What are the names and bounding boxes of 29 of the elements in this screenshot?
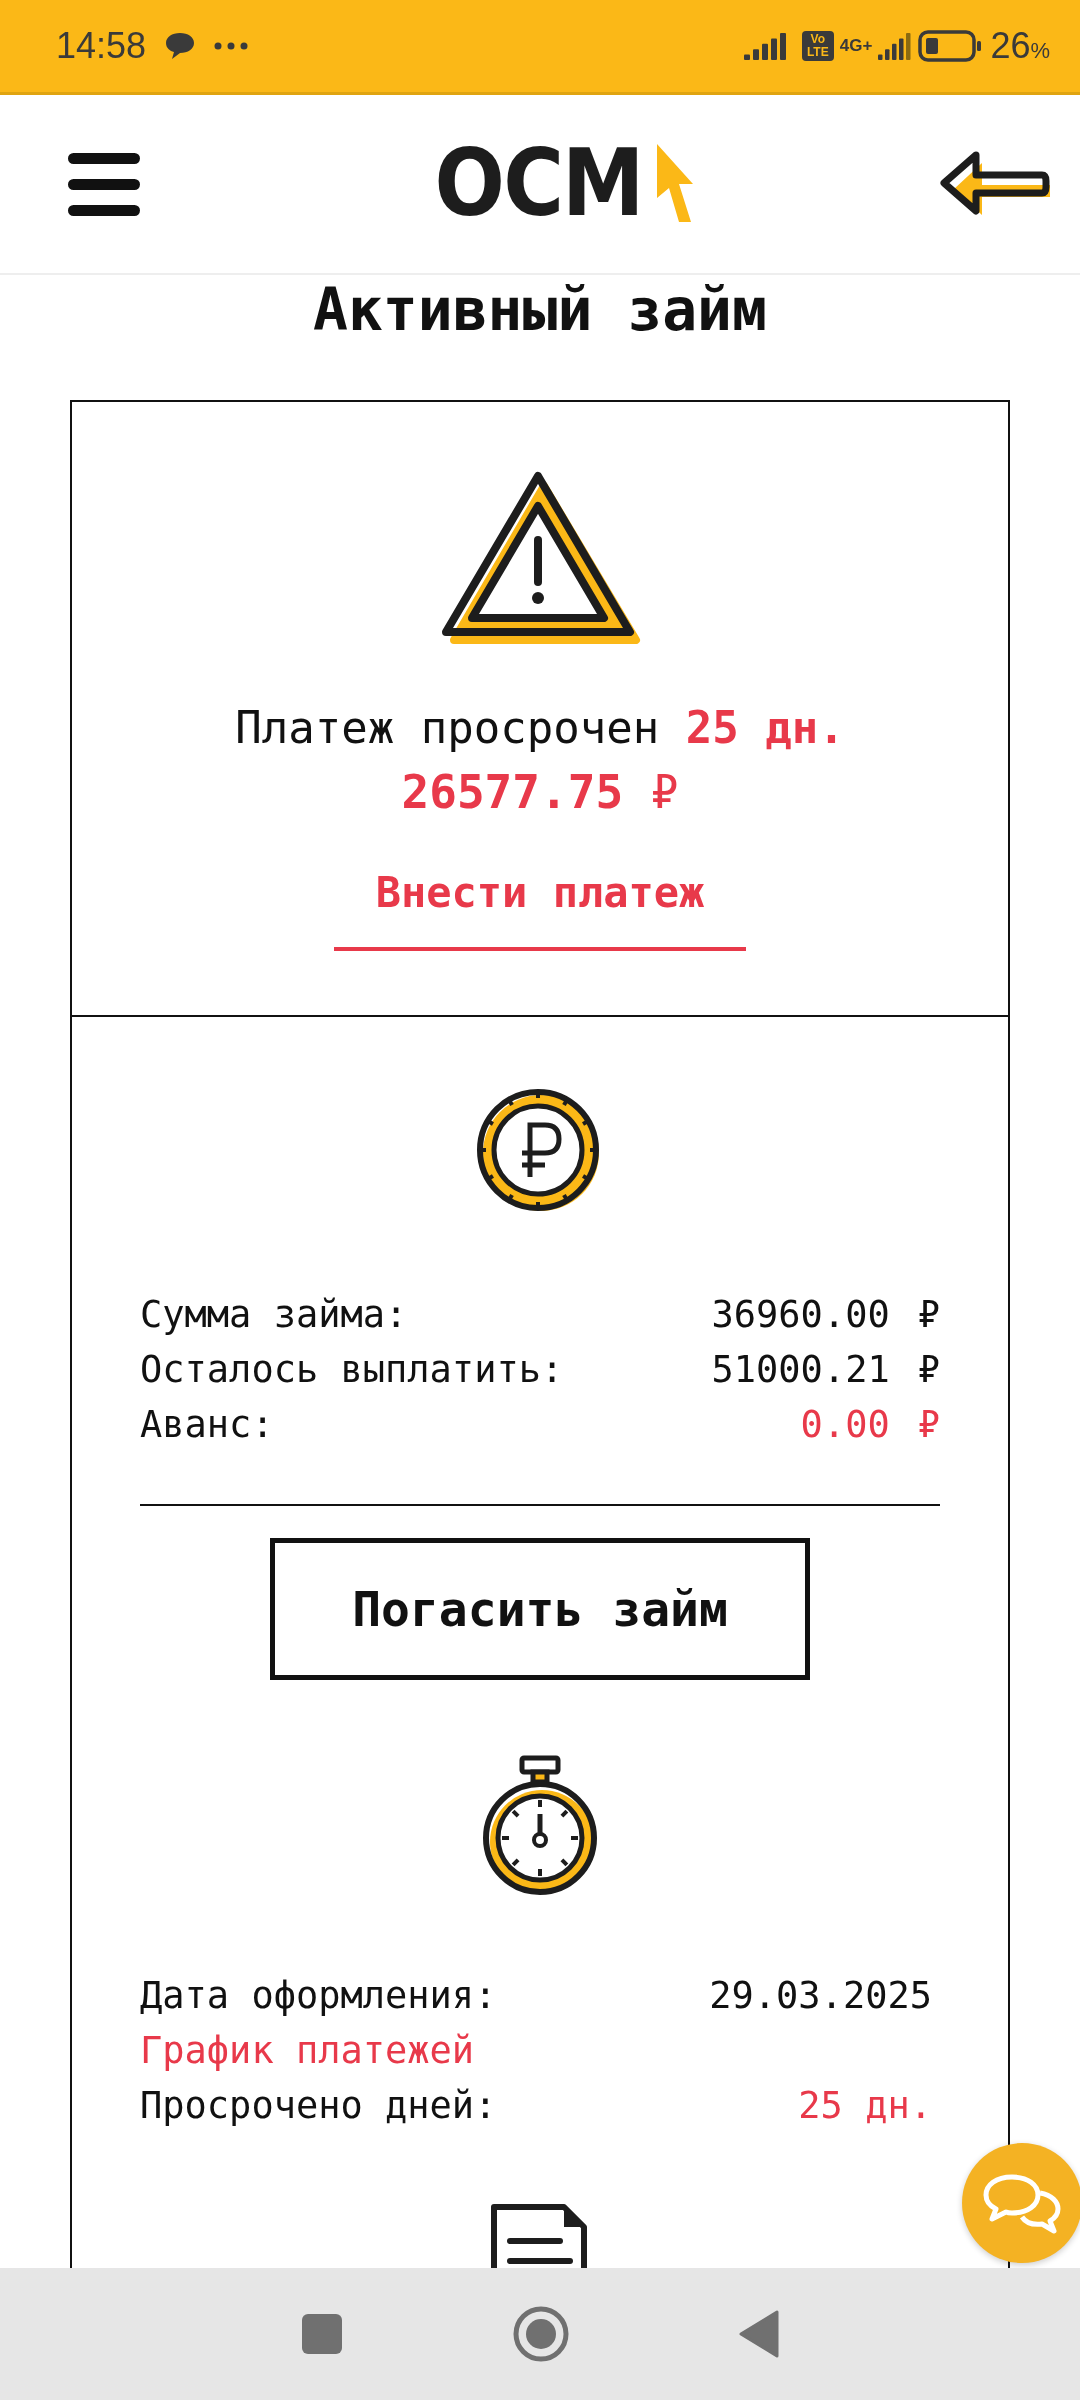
back-icon[interactable] <box>739 2310 779 2358</box>
status-time: 14:58 <box>56 25 147 67</box>
overdue-message: Платеж просрочен 25 дн. <box>235 701 845 755</box>
row-value: 36960.00 ₽ <box>711 1293 940 1336</box>
volte-badge: Vo LTE <box>801 31 834 61</box>
row-label: Аванс: <box>140 1403 274 1446</box>
row-value: 0.00 ₽ <box>800 1403 940 1446</box>
recents-icon[interactable] <box>301 2313 343 2355</box>
row-value: 51000.21 ₽ <box>711 1348 940 1391</box>
overdue-amount: 26577.75 ₽ <box>401 764 679 821</box>
menu-icon[interactable] <box>68 151 140 217</box>
row-label: Сумма займа: <box>140 1293 408 1336</box>
row-value: 25 дн. <box>798 2084 932 2127</box>
battery-level: 26% <box>990 25 1050 67</box>
row-label: Дата оформления: <box>140 1974 497 2017</box>
row-label: Просрочено дней: <box>140 2084 497 2127</box>
more-icon <box>214 42 249 50</box>
payment-schedule-link[interactable]: График платежей <box>140 2029 475 2072</box>
make-payment-link[interactable]: Внести платеж <box>333 868 747 951</box>
home-icon[interactable] <box>513 2306 569 2362</box>
page-title: Активный займ <box>313 275 767 345</box>
battery-icon <box>918 30 983 62</box>
app-logo: ОСМ <box>423 144 695 224</box>
signal-icon <box>878 32 913 60</box>
repay-loan-button[interactable]: Погасить займ <box>270 1538 810 1680</box>
row-value: 29.03.2025 <box>709 1974 932 2017</box>
row-label: Осталось выплатить: <box>140 1348 564 1391</box>
message-icon <box>164 31 197 61</box>
network-type: 4G+ <box>839 36 873 56</box>
